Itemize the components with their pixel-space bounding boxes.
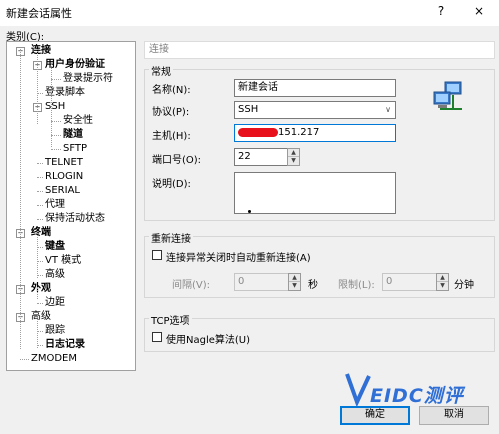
tree-item[interactable]: SFTP bbox=[63, 142, 87, 155]
tree-connector bbox=[20, 49, 21, 349]
general-legend: 常规 bbox=[149, 63, 173, 78]
host-input[interactable]: 151.217 bbox=[234, 124, 396, 142]
tree-connector bbox=[51, 63, 52, 147]
tree-connector bbox=[51, 79, 61, 80]
tree-item[interactable]: 隧道 bbox=[63, 128, 83, 141]
tree-item[interactable]: SERIAL bbox=[45, 184, 80, 197]
interval-label: 间隔(V): bbox=[172, 280, 211, 291]
interval-unit: 秒 bbox=[308, 280, 318, 291]
tree-connector bbox=[37, 287, 38, 299]
nagle-checkbox[interactable] bbox=[152, 332, 162, 342]
name-label: 名称(N): bbox=[152, 85, 191, 96]
limit-unit: 分钟 bbox=[454, 280, 474, 291]
tree-connector bbox=[20, 359, 29, 360]
limit-spinner[interactable]: ▲ ▼ bbox=[436, 273, 449, 291]
tree-item[interactable]: 安全性 bbox=[63, 114, 93, 127]
limit-input[interactable]: 0 bbox=[382, 273, 437, 291]
tree-item[interactable]: 跟踪 bbox=[45, 324, 65, 337]
tree-item[interactable]: 边距 bbox=[45, 296, 65, 309]
redaction-mark bbox=[238, 127, 278, 137]
tree-item[interactable]: 保持活动状态 bbox=[45, 212, 105, 225]
category-tree: 连接 − 用户身份验证 − 登录提示符 登录脚本 SSH − 安全性 隧道 SFTP TELNET RL… bbox=[6, 41, 136, 371]
window-title: 新建会话属性 bbox=[6, 7, 72, 20]
port-spinner[interactable]: ▲ ▼ bbox=[287, 148, 300, 166]
tree-connector bbox=[37, 177, 43, 178]
close-button[interactable]: × bbox=[472, 4, 486, 18]
nagle-label: 使用Nagle算法(U) bbox=[166, 335, 251, 346]
tree-item[interactable]: 键盘 bbox=[45, 240, 65, 253]
description-input[interactable] bbox=[234, 172, 396, 214]
tree-item[interactable]: 日志记录 bbox=[45, 338, 85, 351]
port-input[interactable]: 22 bbox=[234, 148, 288, 166]
spin-up-icon[interactable]: ▲ bbox=[288, 149, 299, 157]
tree-item[interactable]: VT 模式 bbox=[45, 254, 81, 267]
tree-connector bbox=[37, 191, 43, 192]
tree-item[interactable]: 代理 bbox=[45, 198, 65, 211]
spin-up-icon[interactable]: ▲ bbox=[289, 274, 300, 282]
tree-item[interactable]: 用户身份验证 bbox=[45, 58, 105, 71]
section-header: 连接 bbox=[144, 41, 495, 59]
tree-item[interactable]: 高级 bbox=[31, 310, 51, 323]
tree-connector bbox=[37, 315, 38, 348]
tree-connector bbox=[37, 205, 43, 206]
tree-connector bbox=[51, 149, 61, 150]
tree-connector bbox=[37, 231, 38, 278]
auto-reconnect-checkbox[interactable] bbox=[152, 250, 162, 260]
protocol-select[interactable]: SSH ∨ bbox=[234, 101, 396, 119]
spin-down-icon[interactable]: ▼ bbox=[289, 282, 300, 290]
tree-connector bbox=[37, 163, 43, 164]
help-button[interactable]: ? bbox=[434, 4, 448, 18]
cancel-button[interactable]: 取消 bbox=[419, 406, 489, 425]
interval-input[interactable]: 0 bbox=[234, 273, 289, 291]
tree-item[interactable]: RLOGIN bbox=[45, 170, 83, 183]
name-input[interactable]: 新建会话 bbox=[234, 79, 396, 97]
network-computers-icon bbox=[433, 81, 462, 110]
tcp-legend: TCP选项 bbox=[149, 312, 192, 327]
protocol-value: SSH bbox=[238, 104, 259, 115]
reconnect-legend: 重新连接 bbox=[149, 230, 193, 245]
title-bar bbox=[0, 0, 499, 26]
tree-item[interactable]: 登录提示符 bbox=[63, 72, 113, 85]
description-label: 说明(D): bbox=[152, 179, 191, 190]
auto-reconnect-label: 连接异常关闭时自动重新连接(A) bbox=[166, 253, 311, 264]
tree-connector bbox=[37, 219, 43, 220]
tree-item[interactable]: 外观 bbox=[31, 282, 51, 295]
protocol-label: 协议(P): bbox=[152, 107, 190, 118]
watermark-text: EIDC测评 bbox=[370, 385, 464, 407]
spin-down-icon[interactable]: ▼ bbox=[437, 282, 448, 290]
tree-item[interactable]: 终端 bbox=[31, 226, 51, 239]
tree-item[interactable]: TELNET bbox=[45, 156, 83, 169]
tree-item[interactable]: ZMODEM bbox=[31, 352, 77, 365]
interval-spinner[interactable]: ▲ ▼ bbox=[288, 273, 301, 291]
tree-item[interactable]: 连接 bbox=[31, 44, 51, 57]
tree-item[interactable]: 高级 bbox=[45, 268, 65, 281]
limit-label: 限制(L): bbox=[338, 280, 375, 291]
spin-up-icon[interactable]: ▲ bbox=[437, 274, 448, 282]
port-label: 端口号(O): bbox=[152, 155, 202, 166]
chevron-down-icon: ∨ bbox=[385, 105, 391, 114]
ok-button[interactable]: 确定 bbox=[340, 406, 410, 425]
host-label: 主机(H): bbox=[152, 131, 191, 142]
tree-connector bbox=[37, 303, 43, 304]
tree-connector bbox=[37, 49, 38, 124]
spin-down-icon[interactable]: ▼ bbox=[288, 157, 299, 165]
tree-connector bbox=[51, 135, 61, 136]
tree-item[interactable]: SSH bbox=[45, 100, 65, 113]
host-value: 151.217 bbox=[278, 127, 320, 138]
cursor-dot bbox=[248, 210, 251, 213]
tree-connector bbox=[51, 121, 61, 122]
watermark-logo-icon bbox=[345, 373, 371, 406]
